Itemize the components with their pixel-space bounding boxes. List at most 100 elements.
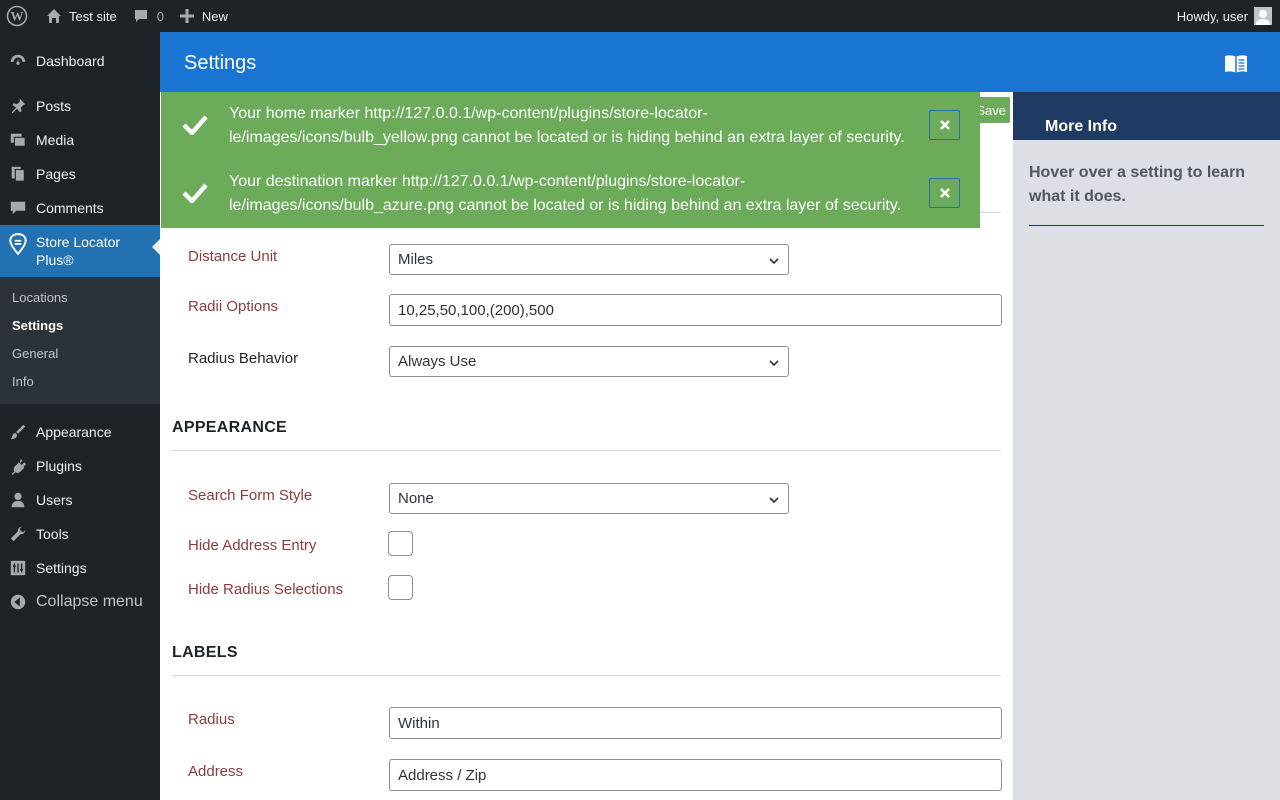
- pages-icon: [0, 165, 36, 183]
- sidebar-item-label: Plugins: [36, 458, 82, 474]
- address-label-input[interactable]: Address / Zip: [389, 759, 1002, 791]
- dashboard-icon: [0, 52, 36, 70]
- hide-radius-selections-checkbox[interactable]: [388, 575, 413, 600]
- store-locator-icon: [0, 233, 36, 255]
- divider: [172, 675, 1001, 676]
- svg-text:W: W: [11, 9, 24, 24]
- media-icon: [0, 131, 36, 149]
- comment-icon: [0, 199, 36, 217]
- pushpin-icon: [0, 97, 36, 115]
- collapse-menu-button[interactable]: Collapse menu: [0, 587, 160, 617]
- submenu-item-info[interactable]: Info: [12, 374, 34, 389]
- book-icon[interactable]: [1224, 54, 1248, 77]
- labels-section-heading: LABELS: [172, 644, 238, 661]
- sidebar-item-label: Pages: [36, 166, 76, 182]
- sidebar-item-dashboard[interactable]: Dashboard: [0, 46, 160, 76]
- my-account[interactable]: Howdy, user: [1177, 0, 1280, 32]
- comments-link[interactable]: 0: [125, 0, 172, 32]
- more-info-header: More Info: [1013, 92, 1280, 140]
- divider: [172, 450, 1001, 451]
- distance-unit-value: Miles: [398, 251, 434, 268]
- distance-unit-select[interactable]: Miles: [389, 244, 789, 275]
- hide-radius-selections-label: Hide Radius Selections: [188, 581, 344, 598]
- notice-destination-marker: Your destination marker http://127.0.0.1…: [161, 160, 980, 228]
- new-label: New: [201, 8, 228, 24]
- chevron-down-icon: [768, 493, 780, 510]
- radius-behavior-select[interactable]: Always Use: [389, 346, 789, 377]
- site-name-label: Test site: [69, 8, 117, 24]
- comments-count: 0: [156, 8, 164, 24]
- sidebar-item-tools[interactable]: Tools: [0, 519, 160, 549]
- radius-label-input[interactable]: Within: [389, 707, 1002, 739]
- sidebar-item-media[interactable]: Media: [0, 125, 160, 155]
- chevron-down-icon: [768, 356, 780, 373]
- user-icon: [0, 491, 36, 509]
- notice-message: Your destination marker http://127.0.0.1…: [229, 173, 902, 214]
- sidebar-item-label: Media: [36, 132, 75, 148]
- address-label-value: Address / Zip: [398, 766, 487, 784]
- sidebar-item-label: Comments: [36, 200, 104, 216]
- sidebar-item-label: Collapse menu: [36, 593, 143, 610]
- distance-unit-label: Distance Unit: [188, 248, 278, 265]
- search-form-style-select[interactable]: None: [389, 483, 789, 514]
- wrench-icon: [0, 525, 36, 543]
- submenu-item-settings[interactable]: Settings: [12, 318, 63, 333]
- comment-bubble-icon: [133, 8, 149, 24]
- search-form-style-value: None: [398, 490, 434, 507]
- more-info-title: More Info: [1045, 118, 1117, 135]
- divider: [1029, 225, 1264, 226]
- sidebar-item-settings[interactable]: Settings: [0, 553, 160, 583]
- plug-icon: [0, 457, 36, 475]
- wordpress-logo-icon[interactable]: W: [0, 0, 38, 32]
- more-info-panel: More Info Hover over a setting to learn …: [1013, 92, 1280, 800]
- notice-message: Your home marker http://127.0.0.1/wp-con…: [229, 105, 905, 146]
- appearance-section-heading: APPEARANCE: [172, 419, 288, 436]
- new-content-link[interactable]: New: [172, 0, 236, 32]
- greeting: Howdy, user: [1176, 8, 1248, 24]
- sidebar-item-label: Settings: [36, 560, 87, 576]
- notice-home-marker: Your home marker http://127.0.0.1/wp-con…: [161, 92, 980, 160]
- sidebar-item-label: Posts: [36, 98, 72, 114]
- hide-address-entry-checkbox[interactable]: [388, 531, 413, 556]
- radii-options-input[interactable]: 10,25,50,100,(200),500: [389, 294, 1002, 326]
- sidebar-item-users[interactable]: Users: [0, 485, 160, 515]
- address-label-setting-label: Address: [188, 763, 244, 780]
- admin-sidebar: Dashboard Posts Media Pages Comments Sto…: [0, 32, 160, 800]
- site-name-link[interactable]: Test site: [38, 0, 125, 32]
- radius-label-value: Within: [398, 714, 440, 732]
- sidebar-item-label: Dashboard: [36, 53, 105, 69]
- radius-label-setting-label: Radius: [188, 711, 235, 728]
- sidebar-item-label: Store Locator Plus®: [36, 234, 121, 268]
- radii-options-value: 10,25,50,100,(200),500: [398, 301, 554, 319]
- plus-icon: [179, 9, 194, 23]
- checkmark-icon: [182, 181, 208, 206]
- admin-bar: W Test site 0 New Howdy, user: [0, 0, 1280, 32]
- sidebar-item-appearance[interactable]: Appearance: [0, 417, 160, 447]
- brush-icon: [0, 423, 36, 441]
- sidebar-item-comments[interactable]: Comments: [0, 193, 160, 223]
- store-locator-submenu: Locations Settings General Info: [0, 277, 160, 404]
- active-menu-arrow: [152, 239, 160, 255]
- sidebar-item-store-locator-plus[interactable]: Store Locator Plus®: [0, 225, 160, 277]
- close-icon: [939, 186, 950, 201]
- home-icon: [46, 8, 62, 24]
- collapse-icon: [0, 593, 36, 611]
- sidebar-item-plugins[interactable]: Plugins: [0, 451, 160, 481]
- hide-address-entry-label: Hide Address Entry: [188, 537, 317, 554]
- radius-behavior-value: Always Use: [398, 353, 477, 370]
- radii-options-label: Radii Options: [188, 298, 279, 315]
- more-info-help-text: Hover over a setting to learn what it do…: [1029, 164, 1246, 205]
- checkmark-icon: [182, 113, 208, 138]
- sidebar-item-label: Users: [36, 492, 73, 508]
- chevron-down-icon: [768, 254, 780, 271]
- submenu-item-general[interactable]: General: [12, 346, 58, 361]
- sidebar-item-pages[interactable]: Pages: [0, 159, 160, 189]
- sidebar-item-label: Appearance: [36, 424, 112, 440]
- notices-area: Your home marker http://127.0.0.1/wp-con…: [161, 92, 980, 228]
- dismiss-notice-button[interactable]: [929, 110, 960, 140]
- dismiss-notice-button[interactable]: [929, 178, 960, 208]
- radius-behavior-label: Radius Behavior: [188, 350, 299, 367]
- sidebar-item-posts[interactable]: Posts: [0, 91, 160, 121]
- sliders-icon: [0, 559, 36, 577]
- submenu-item-locations[interactable]: Locations: [12, 290, 68, 305]
